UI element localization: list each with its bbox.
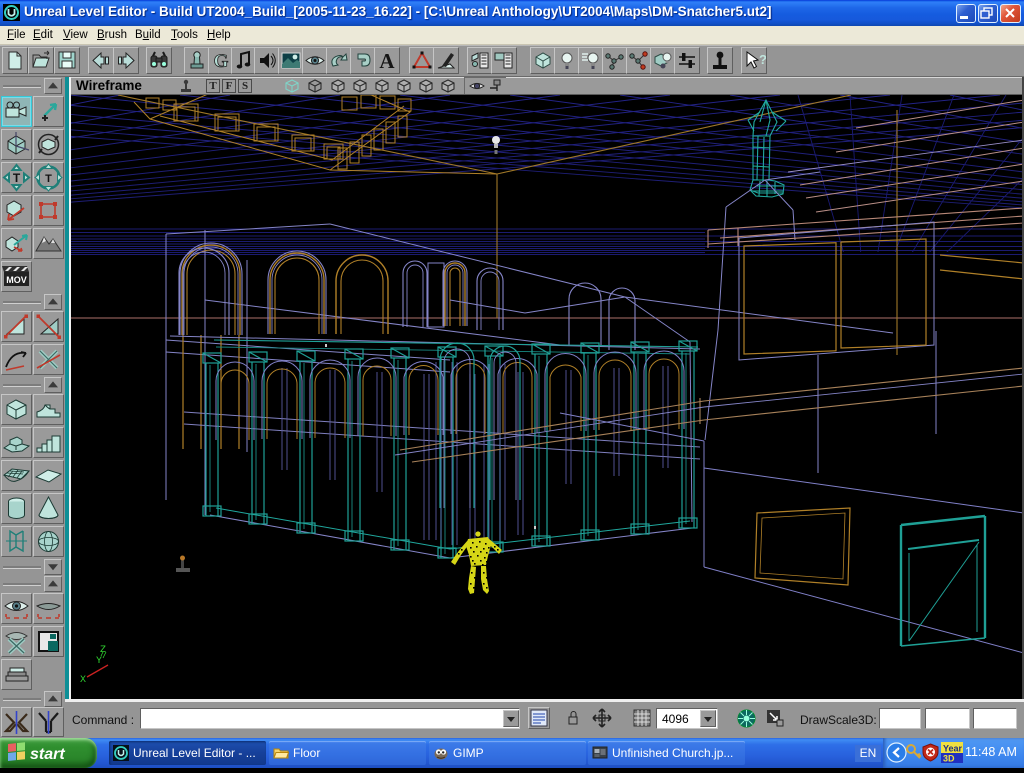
svg-text:start: start	[30, 746, 65, 763]
svg-text:Year: Year	[943, 744, 963, 754]
svg-text:X: X	[80, 675, 86, 686]
svg-text:Y: Y	[96, 656, 102, 667]
svg-text:3D: 3D	[943, 754, 955, 764]
